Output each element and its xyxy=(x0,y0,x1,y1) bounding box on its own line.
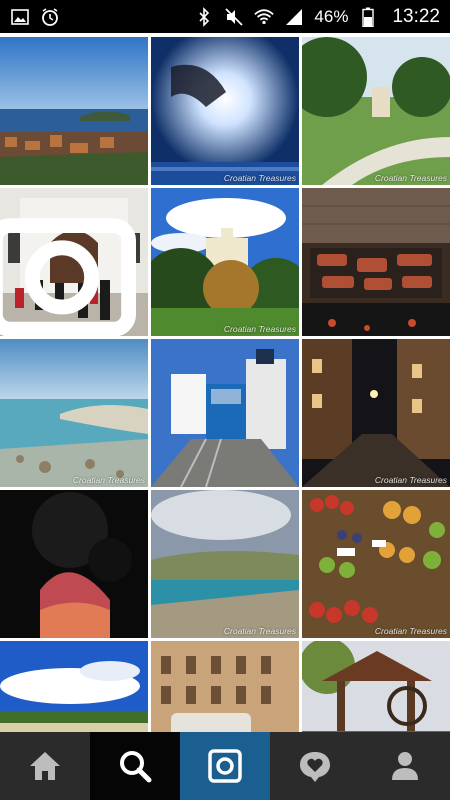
nav-camera[interactable] xyxy=(180,732,270,800)
wifi-icon xyxy=(254,7,275,27)
battery-percent: 46% xyxy=(314,6,349,26)
photo-watermark: Croatian Treasures xyxy=(374,626,447,636)
status-bar-right: 46% 13:22 xyxy=(194,6,440,28)
nav-profile[interactable] xyxy=(360,732,450,800)
photo-watermark: Croatian Treasures xyxy=(72,475,145,485)
photo-watermark: Croatian Treasures xyxy=(223,173,296,183)
bluetooth-icon xyxy=(194,6,214,27)
alarm-icon xyxy=(40,7,60,27)
mute-icon xyxy=(224,7,244,27)
camera-icon xyxy=(208,749,242,783)
photo-tile[interactable]: Croatian Treasures xyxy=(0,339,148,487)
photo-tile[interactable] xyxy=(0,641,148,732)
photo-tile[interactable]: Croatian Treasures xyxy=(302,37,450,185)
photo-tile[interactable] xyxy=(0,37,148,185)
search-icon xyxy=(120,751,152,783)
battery-icon xyxy=(358,7,378,27)
photo-tile[interactable] xyxy=(151,641,299,732)
photo-tile[interactable] xyxy=(302,641,450,732)
photo-tile[interactable]: Croatian Treasures xyxy=(151,37,299,185)
signal-icon xyxy=(284,7,304,27)
photo-tile[interactable]: Croatian Treasures xyxy=(302,339,450,487)
photo-watermark: Croatian Treasures xyxy=(223,626,296,636)
status-bar: 46% 13:22 xyxy=(0,0,450,33)
photo-tile[interactable]: Croatian Treasures xyxy=(151,490,299,638)
photo-tile[interactable] xyxy=(0,188,148,336)
clock: 13:22 xyxy=(392,5,440,27)
nav-search[interactable] xyxy=(90,732,180,800)
photo-tile[interactable] xyxy=(0,490,148,638)
photo-tile[interactable] xyxy=(302,188,450,336)
photo-tile[interactable]: Croatian Treasures xyxy=(151,188,299,336)
photo-watermark: Croatian Treasures xyxy=(374,173,447,183)
activity-icon xyxy=(300,752,330,782)
photo-watermark: Croatian Treasures xyxy=(374,475,447,485)
photo-tile[interactable]: Croatian Treasures xyxy=(302,490,450,638)
explore-photo-grid: Croatian Treasures Croatian Treasures Cr… xyxy=(0,33,450,732)
nav-activity[interactable] xyxy=(270,732,360,800)
photo-watermark: Croatian Treasures xyxy=(223,324,296,334)
bottom-navigation xyxy=(0,732,450,800)
gallery-icon xyxy=(10,7,30,27)
home-icon xyxy=(30,752,60,780)
status-bar-left xyxy=(10,7,60,27)
photo-tile[interactable] xyxy=(151,339,299,487)
video-indicator-icon xyxy=(0,218,136,336)
nav-home[interactable] xyxy=(0,732,90,800)
profile-icon xyxy=(392,752,418,780)
